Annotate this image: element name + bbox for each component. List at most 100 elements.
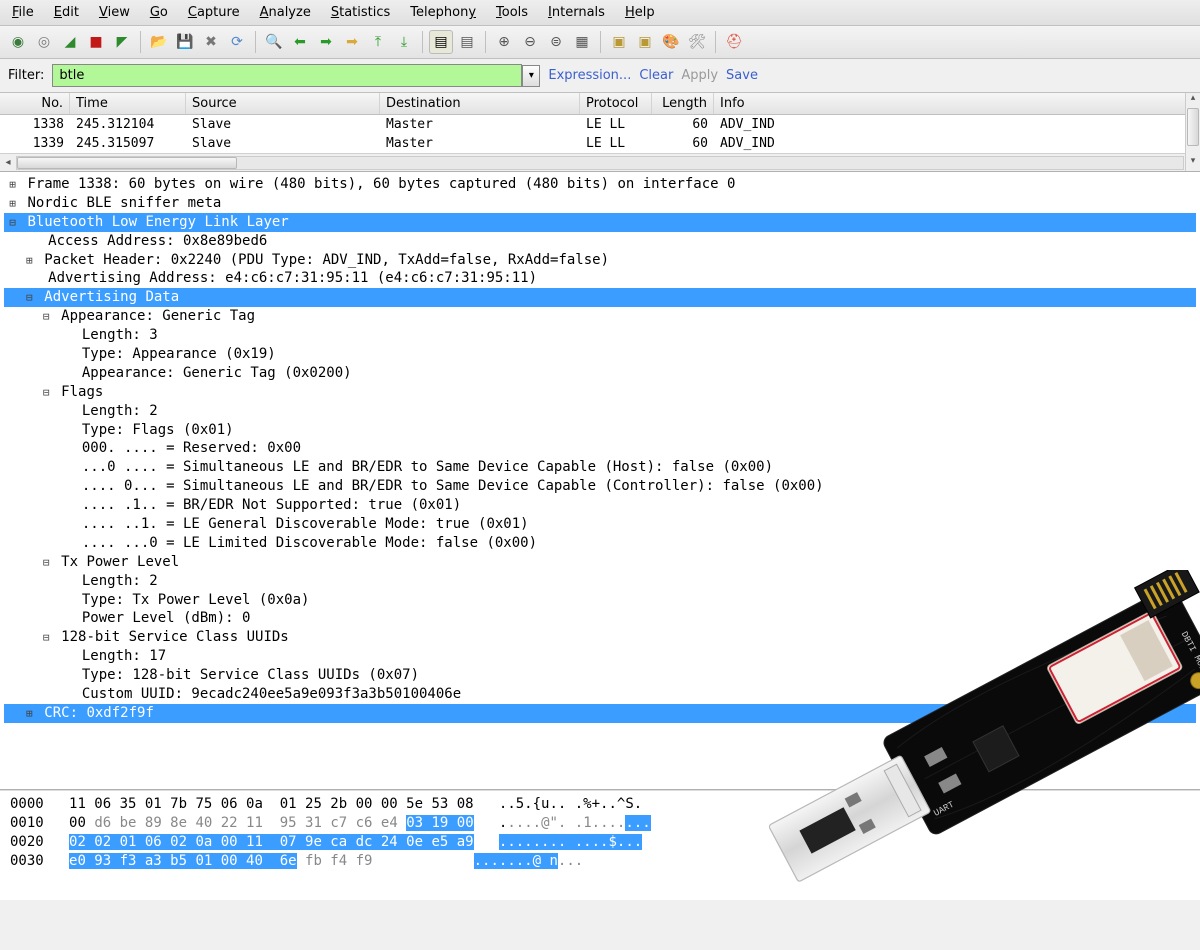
tree-leaf[interactable]: Length: 3 [4,326,1196,345]
coloring-rules-icon[interactable]: 🎨 [659,30,683,54]
autoscroll-icon[interactable]: ▤ [455,30,479,54]
tree-leaf[interactable]: Type: Flags (0x01) [4,421,1196,440]
start-capture-icon[interactable]: ◢ [58,30,82,54]
packet-bytes[interactable]: 0000 11 06 35 01 7b 75 06 0a 01 25 2b 00… [0,790,1200,900]
goto-packet-icon[interactable]: ➡ [340,30,364,54]
reload-icon[interactable]: ⟳ [225,30,249,54]
packet-row[interactable]: 1339 245.315097 Slave Master LE LL 60 AD… [0,134,1200,153]
menu-statistics[interactable]: Statistics [323,2,398,23]
tree-leaf[interactable]: Length: 2 [4,572,1196,591]
expression-button[interactable]: Expression... [548,68,631,83]
preferences-icon[interactable]: 🛠 [685,30,709,54]
capture-filters-icon[interactable]: ▣ [607,30,631,54]
expand-icon[interactable]: ⊞ [23,707,36,722]
tree-access-addr[interactable]: Access Address: 0x8e89bed6 [4,232,1196,251]
collapse-icon[interactable]: ⊟ [23,291,36,306]
tree-leaf[interactable]: Appearance: Generic Tag (0x0200) [4,364,1196,383]
tree-flags[interactable]: ⊟ Flags [4,383,1196,402]
restart-capture-icon[interactable]: ◤ [110,30,134,54]
menu-tools[interactable]: Tools [488,2,536,23]
tree-adv-data[interactable]: ⊟ Advertising Data [4,288,1196,307]
col-info[interactable]: Info [714,93,1200,114]
filter-dropdown-icon[interactable]: ▾ [522,65,540,87]
menu-help[interactable]: Help [617,2,663,23]
expand-icon[interactable]: ⊞ [6,197,19,212]
v-scrollbar[interactable]: ▴ ▾ [1185,93,1200,171]
tree-leaf[interactable]: .... 0... = Simultaneous LE and BR/EDR t… [4,477,1196,496]
tree-leaf[interactable]: .... .1.. = BR/EDR Not Supported: true (… [4,496,1196,515]
zoom-in-icon[interactable]: ⊕ [492,30,516,54]
scroll-thumb[interactable] [1187,108,1199,146]
tree-leaf[interactable]: Type: Appearance (0x19) [4,345,1196,364]
hex-row[interactable]: 0020 02 02 01 06 02 0a 00 11 07 9e ca dc… [10,833,1190,852]
menu-edit[interactable]: Edit [46,2,87,23]
tree-uuid[interactable]: ⊟ 128-bit Service Class UUIDs [4,628,1196,647]
menu-go[interactable]: Go [142,2,176,23]
tree-appearance[interactable]: ⊟ Appearance: Generic Tag [4,307,1196,326]
tree-nordic[interactable]: ⊞ Nordic BLE sniffer meta [4,194,1196,213]
packet-details[interactable]: ⊞ Frame 1338: 60 bytes on wire (480 bits… [0,172,1200,790]
collapse-icon[interactable]: ⊟ [40,556,53,571]
collapse-icon[interactable]: ⊟ [40,386,53,401]
resize-cols-icon[interactable]: ▦ [570,30,594,54]
scroll-down-icon[interactable]: ▾ [1186,156,1200,171]
find-icon[interactable]: 🔍 [262,30,286,54]
tree-leaf[interactable]: Type: Tx Power Level (0x0a) [4,591,1196,610]
tree-leaf[interactable]: .... ...0 = LE Limited Discoverable Mode… [4,534,1196,553]
col-source[interactable]: Source [186,93,380,114]
menu-capture[interactable]: Capture [180,2,248,23]
collapse-icon[interactable]: ⊟ [40,310,53,325]
tree-ble-ll[interactable]: ⊟ Bluetooth Low Energy Link Layer [4,213,1196,232]
col-protocol[interactable]: Protocol [580,93,652,114]
tree-leaf[interactable]: Custom UUID: 9ecadc240ee5a9e093f3a3b5010… [4,685,1196,704]
tree-leaf[interactable]: Type: 128-bit Service Class UUIDs (0x07) [4,666,1196,685]
tree-leaf[interactable]: ...0 .... = Simultaneous LE and BR/EDR t… [4,458,1196,477]
filter-input[interactable] [52,64,522,87]
go-back-icon[interactable]: ⬅ [288,30,312,54]
hex-row[interactable]: 0010 00 d6 be 89 8e 40 22 11 95 31 c7 c6… [10,814,1190,833]
tree-leaf[interactable]: .... ..1. = LE General Discoverable Mode… [4,515,1196,534]
h-scrollbar[interactable]: ◂ ▸ [0,153,1200,171]
col-length[interactable]: Length [652,93,714,114]
zoom-out-icon[interactable]: ⊖ [518,30,542,54]
save-icon[interactable]: 💾 [173,30,197,54]
options-icon[interactable]: ◎ [32,30,56,54]
packet-row[interactable]: 1338 245.312104 Slave Master LE LL 60 AD… [0,115,1200,134]
hex-row[interactable]: 0030 e0 93 f3 a3 b5 01 00 40 6e fb f4 f9… [10,852,1190,871]
tree-adv-addr[interactable]: Advertising Address: e4:c6:c7:31:95:11 (… [4,269,1196,288]
scroll-left-icon[interactable]: ◂ [0,157,16,168]
close-icon[interactable]: ✖ [199,30,223,54]
first-packet-icon[interactable]: ⤒ [366,30,390,54]
collapse-icon[interactable]: ⊟ [6,216,19,231]
display-filters-icon[interactable]: ▣ [633,30,657,54]
open-icon[interactable]: 📂 [147,30,171,54]
menu-file[interactable]: File [4,2,42,23]
tree-packet-header[interactable]: ⊞ Packet Header: 0x2240 (PDU Type: ADV_I… [4,251,1196,270]
menu-view[interactable]: View [91,2,138,23]
zoom-reset-icon[interactable]: ⊜ [544,30,568,54]
hex-row[interactable]: 0000 11 06 35 01 7b 75 06 0a 01 25 2b 00… [10,795,1190,814]
menu-analyze[interactable]: Analyze [252,2,319,23]
last-packet-icon[interactable]: ⤓ [392,30,416,54]
tree-leaf[interactable]: 000. .... = Reserved: 0x00 [4,439,1196,458]
col-no[interactable]: No. [0,93,70,114]
expand-icon[interactable]: ⊞ [23,254,36,269]
apply-button[interactable]: Apply [681,68,718,83]
menu-internals[interactable]: Internals [540,2,613,23]
tree-crc[interactable]: ⊞ CRC: 0xdf2f9f [4,704,1196,723]
colorize-icon[interactable]: ▤ [429,30,453,54]
col-destination[interactable]: Destination [380,93,580,114]
interfaces-icon[interactable]: ◉ [6,30,30,54]
go-forward-icon[interactable]: ➡ [314,30,338,54]
expand-icon[interactable]: ⊞ [6,178,19,193]
clear-button[interactable]: Clear [639,68,673,83]
help-icon[interactable]: ⛑ [722,30,746,54]
tree-frame[interactable]: ⊞ Frame 1338: 60 bytes on wire (480 bits… [4,175,1196,194]
tree-leaf[interactable]: Length: 17 [4,647,1196,666]
scroll-thumb[interactable] [17,157,237,169]
tree-txpower[interactable]: ⊟ Tx Power Level [4,553,1196,572]
save-button[interactable]: Save [726,68,758,83]
stop-capture-icon[interactable]: ■ [84,30,108,54]
menu-telephony[interactable]: Telephony [402,2,484,23]
collapse-icon[interactable]: ⊟ [40,631,53,646]
